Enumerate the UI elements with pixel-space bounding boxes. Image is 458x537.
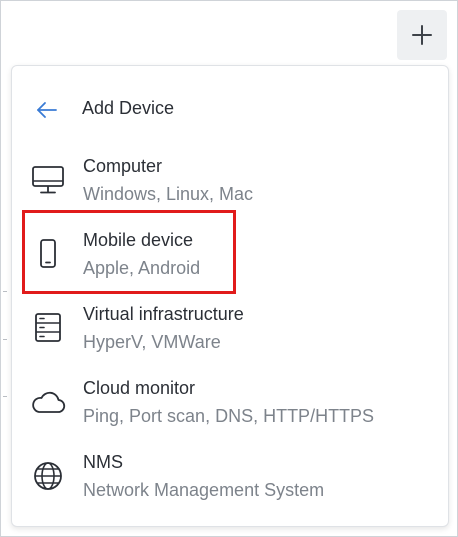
cloud-icon	[30, 386, 66, 418]
device-name: NMS	[83, 452, 123, 472]
device-list: Computer Windows, Linux, Mac Mobile devi…	[12, 142, 448, 512]
device-item-nms[interactable]: NMS Network Management System	[12, 438, 448, 512]
device-name: Cloud monitor	[83, 378, 196, 398]
globe-icon	[30, 460, 66, 492]
device-name: Mobile device	[83, 230, 194, 250]
server-icon	[30, 312, 66, 344]
device-item-computer[interactable]: Computer Windows, Linux, Mac	[12, 142, 448, 216]
device-description: HyperV, VMWare	[83, 332, 221, 352]
panel-header: Add Device	[12, 92, 448, 128]
plus-icon	[411, 24, 433, 46]
monitor-icon	[30, 164, 66, 196]
arrow-left-icon[interactable]	[36, 100, 58, 120]
device-description: Network Management System	[83, 480, 325, 500]
add-button[interactable]	[397, 10, 447, 60]
device-name: Computer	[83, 156, 163, 176]
add-device-panel: Add Device Computer Windows, Linux, Mac	[11, 65, 449, 527]
device-name: Virtual infrastructure	[83, 304, 244, 324]
background-divider	[3, 291, 7, 292]
device-item-virtual-infrastructure[interactable]: Virtual infrastructure HyperV, VMWare	[12, 290, 448, 364]
background-divider	[3, 339, 7, 340]
device-item-cloud-monitor[interactable]: Cloud monitor Ping, Port scan, DNS, HTTP…	[12, 364, 448, 438]
screenshot-frame: Add Device Computer Windows, Linux, Mac	[0, 0, 458, 537]
device-description: Apple, Android	[83, 258, 201, 278]
device-description: Windows, Linux, Mac	[83, 184, 254, 204]
background-divider	[3, 396, 7, 397]
panel-title: Add Device	[82, 98, 175, 118]
device-item-mobile[interactable]: Mobile device Apple, Android	[12, 216, 448, 290]
smartphone-icon	[30, 238, 66, 270]
device-description: Ping, Port scan, DNS, HTTP/HTTPS	[83, 406, 375, 426]
